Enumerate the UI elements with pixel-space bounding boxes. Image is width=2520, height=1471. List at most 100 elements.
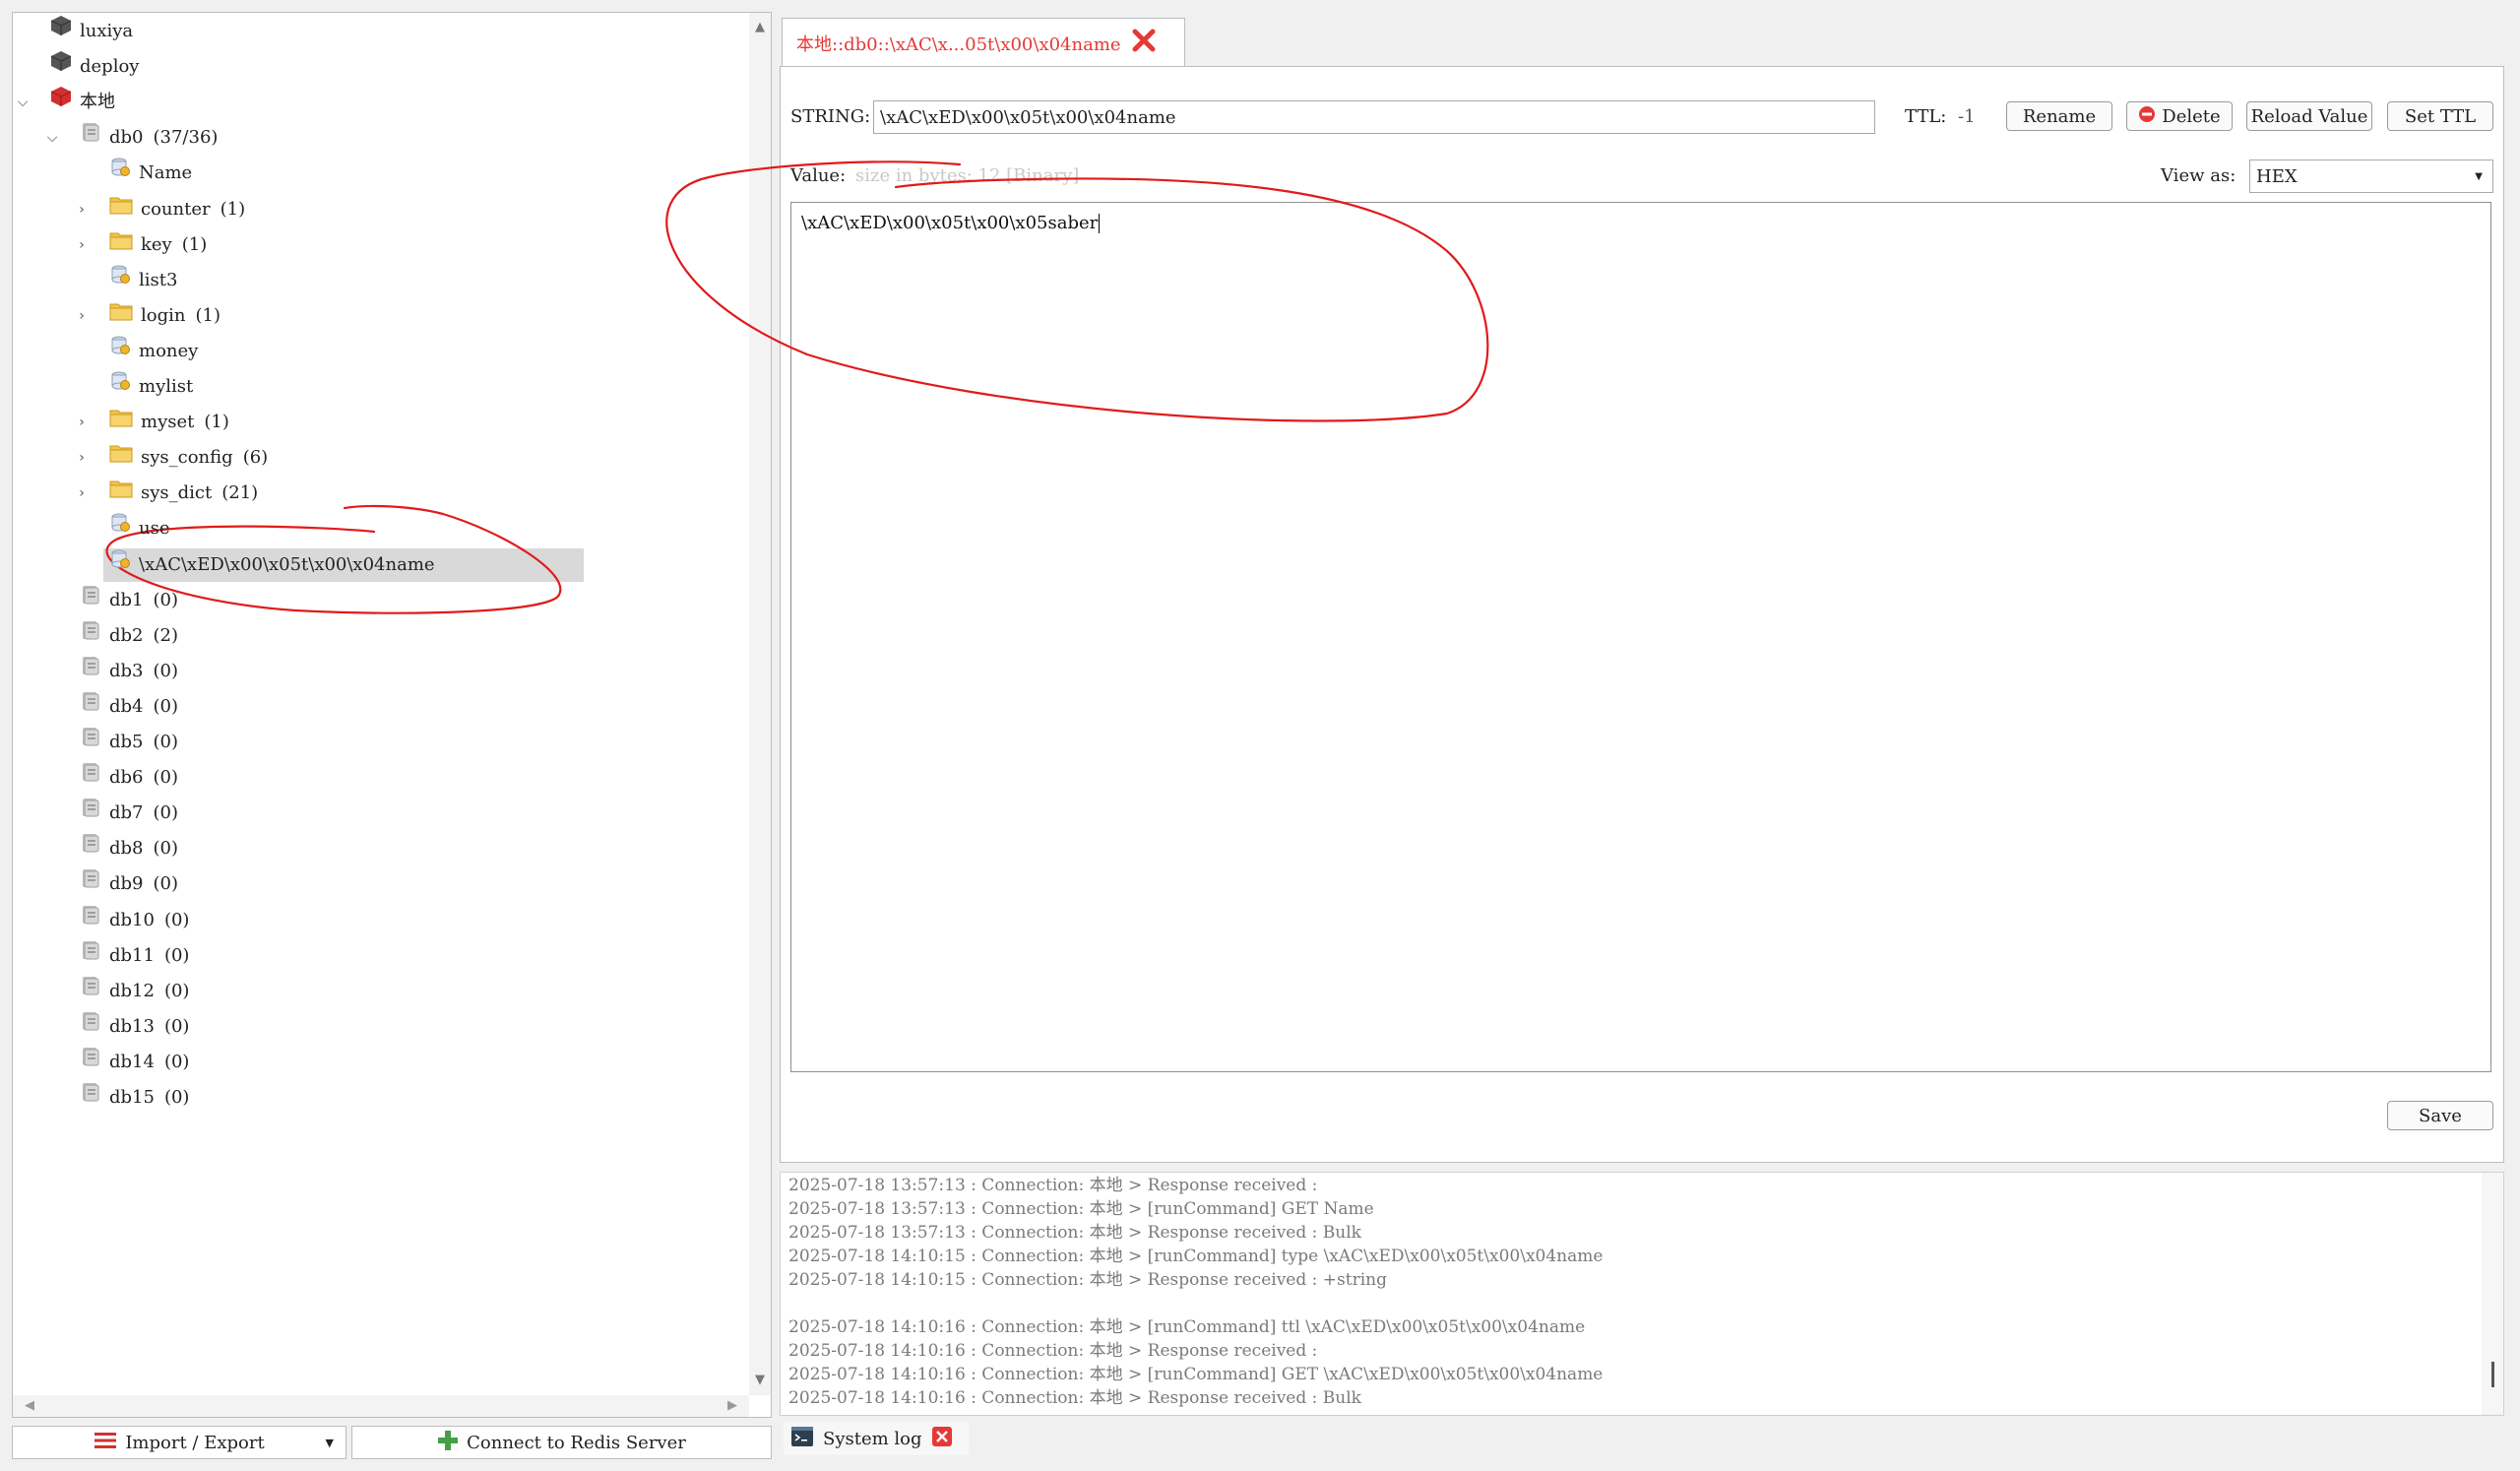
tree-item-label: luxiya [80, 21, 134, 41]
tree-database[interactable]: db9 (0) [80, 867, 178, 901]
tree-namespace-folder[interactable]: › key (1) [79, 228, 208, 262]
tree-namespace-folder[interactable]: › sys_config (6) [79, 441, 268, 475]
tree-database[interactable]: db6 (0) [80, 761, 178, 795]
tree-key-item[interactable]: Name [109, 157, 192, 190]
value-label: Value: [790, 165, 847, 186]
tree-namespace-folder[interactable]: › counter (1) [79, 193, 245, 226]
tree-key-item[interactable]: list3 [109, 264, 177, 297]
tree-namespace-folder[interactable]: › sys_dict (21) [79, 477, 258, 510]
scroll-down-icon[interactable]: ▼ [749, 1370, 771, 1391]
tree-item-count: (0) [153, 732, 179, 752]
tree-namespace-folder[interactable]: › login (1) [79, 299, 220, 333]
tree-item-label: db12 [109, 981, 155, 1001]
tree-database[interactable]: db2 (2) [80, 619, 178, 653]
connect-server-button[interactable]: Connect to Redis Server [351, 1426, 772, 1459]
tree-database[interactable]: db12 (0) [80, 975, 189, 1008]
reload-value-button[interactable]: Reload Value [2246, 101, 2372, 131]
tree-item-label: list3 [139, 270, 178, 290]
tree-server-1[interactable]: deploy [50, 50, 139, 84]
tree-database[interactable]: db1 (0) [80, 584, 178, 617]
delete-button[interactable]: Delete [2126, 101, 2233, 131]
tree-database[interactable]: db10 (0) [80, 904, 189, 937]
value-textarea[interactable]: \xAC\xED\x00\x05t\x00\x05saber [790, 202, 2491, 1072]
tree-item-count: (0) [163, 910, 190, 930]
tree-database[interactable]: db7 (0) [80, 797, 178, 830]
close-tab-icon[interactable] [1131, 28, 1157, 58]
connections-tree: luxiya deploy ⌵ 本地 ⌵ db0 (37/36) Name › counter (1… [13, 13, 749, 1395]
scroll-left-icon[interactable]: ◀ [19, 1395, 40, 1417]
tree-database[interactable]: db15 (0) [80, 1081, 189, 1115]
tree-key-item[interactable]: money [109, 335, 198, 368]
save-button[interactable]: Save [2387, 1101, 2493, 1130]
system-log-panel[interactable]: 2025-07-18 13:57:13 : Connection: 本地 > R… [780, 1172, 2504, 1416]
tree-key-item[interactable]: use [109, 512, 169, 545]
tree-item-label: db2 [109, 625, 144, 646]
tree-item-label: deploy [80, 56, 140, 77]
view-as-value: HEX [2256, 165, 2298, 187]
tree-key-item[interactable]: \xAC\xED\x00\x05t\x00\x04name [103, 548, 584, 582]
tree-db0[interactable]: ⌵ db0 (37/36) [47, 121, 218, 155]
set-ttl-button[interactable]: Set TTL [2387, 101, 2493, 131]
tree-item-label: db0 [109, 127, 144, 148]
chevron-down-icon[interactable]: ⌵ [17, 86, 29, 119]
chevron-right-icon[interactable]: › [76, 193, 88, 226]
tree-item-count: (0) [163, 945, 190, 966]
tree-database[interactable]: db11 (0) [80, 939, 189, 973]
import-export-button[interactable]: Import / Export ▼ [12, 1426, 346, 1459]
key-name-input[interactable]: \xAC\xED\x00\x05t\x00\x04name [873, 100, 1875, 134]
connect-label: Connect to Redis Server [467, 1432, 686, 1453]
tree-item-label: db9 [109, 873, 144, 894]
tree-database[interactable]: db8 (0) [80, 832, 178, 865]
tree-database[interactable]: db14 (0) [80, 1046, 189, 1079]
rename-button[interactable]: Rename [2006, 101, 2112, 131]
tree-item-label: mylist [139, 376, 194, 397]
tree-item-label: db7 [109, 802, 144, 823]
log-line: 2025-07-18 13:57:13 : Connection: 本地 > [… [788, 1199, 1374, 1219]
tree-horizontal-scrollbar[interactable]: ◀ ▶ [13, 1395, 749, 1417]
chevron-right-icon[interactable]: › [76, 406, 88, 439]
tree-item-label: db3 [109, 661, 144, 681]
chevron-right-icon[interactable]: › [76, 441, 88, 475]
log-scrollbar[interactable] [2482, 1173, 2503, 1415]
log-line: 2025-07-18 14:10:16 : Connection: 本地 > R… [788, 1341, 1318, 1361]
tree-item-count: (0) [153, 802, 179, 823]
delete-icon [2138, 105, 2156, 128]
tree-database[interactable]: db13 (0) [80, 1010, 189, 1044]
tree-namespace-folder[interactable]: › myset (1) [79, 406, 229, 439]
tab-system-log[interactable]: System log [784, 1422, 969, 1455]
tree-item-count: (1) [181, 234, 208, 255]
plus-icon [437, 1430, 459, 1456]
terminal-icon [791, 1426, 813, 1451]
tree-server-0[interactable]: luxiya [50, 15, 133, 48]
tree-database[interactable]: db5 (0) [80, 726, 178, 759]
log-line: 2025-07-18 14:10:15 : Connection: 本地 > [… [788, 1247, 1604, 1266]
close-log-icon[interactable] [931, 1426, 952, 1451]
tree-item-label: counter [141, 199, 211, 220]
tree-item-count: (0) [153, 696, 179, 717]
chevron-right-icon[interactable]: › [76, 299, 88, 333]
tab-key-editor[interactable]: 本地::db0::\xAC\x...05t\x00\x04name [782, 18, 1185, 67]
tree-key-item[interactable]: mylist [109, 370, 193, 404]
tree-server-2[interactable]: ⌵ 本地 [18, 86, 115, 119]
database-icon [80, 655, 101, 688]
tree-database[interactable]: db4 (0) [80, 690, 178, 724]
tree-vertical-scrollbar[interactable]: ▲ ▼ [749, 13, 771, 1395]
chevron-down-icon[interactable]: ⌵ [46, 121, 58, 155]
chevron-right-icon[interactable]: › [76, 477, 88, 510]
chevron-right-icon[interactable]: › [76, 228, 88, 262]
log-line: 2025-07-18 13:57:13 : Connection: 本地 > R… [788, 1223, 1361, 1243]
type-label: STRING: [790, 106, 871, 127]
database-icon [80, 726, 101, 759]
database-icon [80, 904, 101, 937]
scroll-up-icon[interactable]: ▲ [749, 17, 771, 38]
tree-item-count: (1) [195, 305, 220, 326]
tree-item-count: (0) [153, 590, 179, 610]
tree-database[interactable]: db3 (0) [80, 655, 178, 688]
tree-item-label: sys_dict [141, 482, 213, 503]
chevron-down-icon: ▼ [2475, 170, 2483, 182]
log-line: 2025-07-18 13:57:13 : Connection: 本地 > R… [788, 1176, 1318, 1195]
log-scroll-thumb[interactable] [2491, 1362, 2494, 1387]
tab-title: 本地::db0::\xAC\x...05t\x00\x04name [796, 33, 1121, 55]
view-as-select[interactable]: HEX ▼ [2249, 160, 2493, 193]
scroll-right-icon[interactable]: ▶ [722, 1395, 743, 1417]
